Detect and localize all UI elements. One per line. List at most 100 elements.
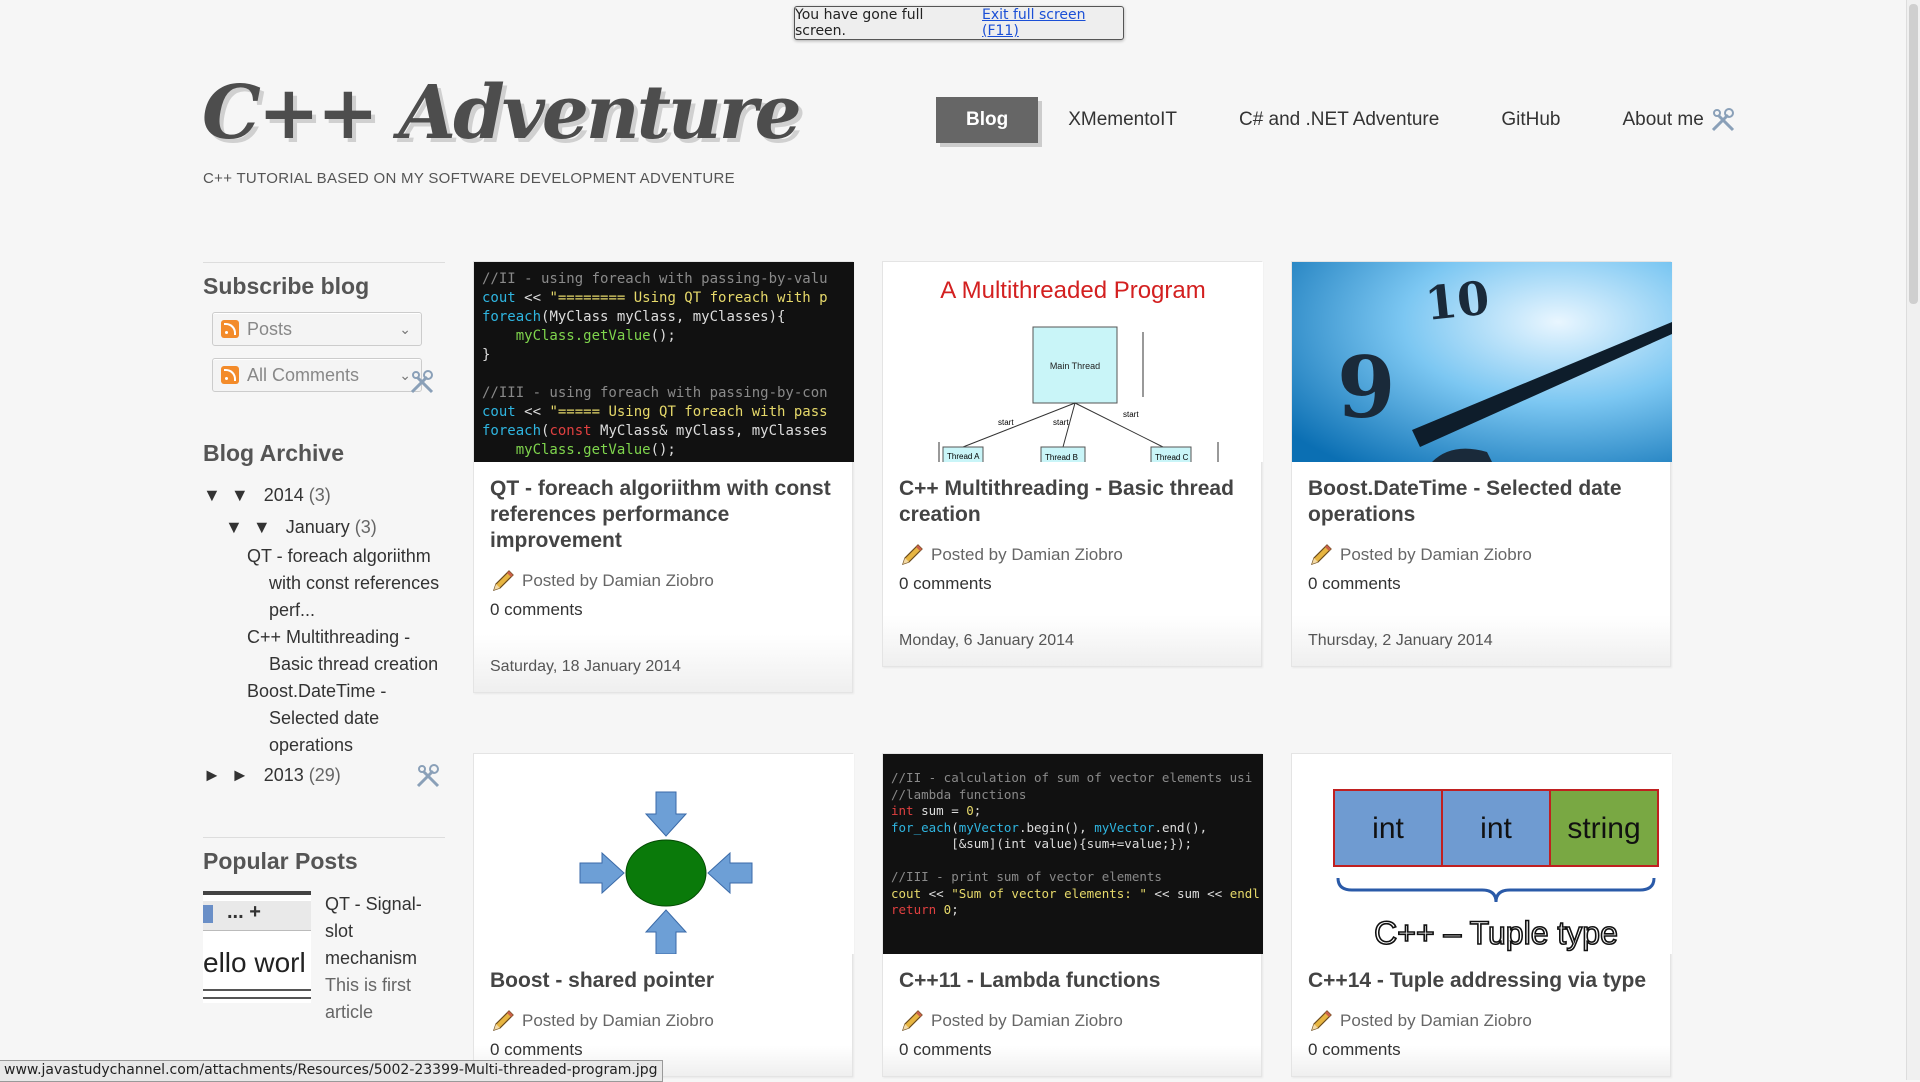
- nav-item-csharp-dotnet[interactable]: C# and .NET Adventure: [1239, 109, 1439, 131]
- subscribe-comments-label: All Comments: [247, 364, 360, 385]
- rss-icon: [221, 320, 239, 338]
- pencil-icon: [902, 544, 923, 565]
- post-author: Posted by Damian Ziobro: [931, 545, 1123, 564]
- edit-tools-icon[interactable]: [407, 367, 437, 397]
- post-comments-link[interactable]: 0 comments: [490, 600, 836, 620]
- post-card-body: QT - foreach algoriithm with const refer…: [474, 462, 852, 692]
- subscribe-posts-button[interactable]: Posts ⌄: [212, 312, 422, 346]
- expand-toggle-icon[interactable]: ►: [231, 765, 249, 785]
- post-card-body: Boost.DateTime - Selected date operation…: [1292, 462, 1670, 666]
- popular-posts-title: Popular Posts: [203, 848, 358, 874]
- archive-year-2014[interactable]: ▼ ▼ 2014 (3): [203, 479, 445, 511]
- collapse-toggle-icon[interactable]: ▼: [253, 517, 271, 537]
- scrollbar-thumb[interactable]: [1909, 4, 1918, 304]
- post-card[interactable]: //II - using foreach with passing-by-val…: [473, 261, 854, 693]
- rss-icon: [221, 366, 239, 384]
- subscribe-comments-button[interactable]: All Comments ⌄: [212, 358, 434, 394]
- nav-item-about-me[interactable]: About me: [1622, 109, 1703, 131]
- svg-text:int: int: [1480, 812, 1512, 845]
- post-card[interactable]: Boost - shared pointer Posted by Damian …: [473, 753, 854, 1077]
- popular-post-text: QT - Signal-slot mechanism This is first…: [325, 891, 445, 1026]
- nav-item-xmementoit[interactable]: XMementoIT: [1068, 109, 1177, 131]
- archive-year-label[interactable]: 2013: [264, 765, 304, 785]
- post-card[interactable]: int int string C++ – Tuple type C++14 - …: [1291, 753, 1672, 1077]
- archive-post-link[interactable]: Boost.DateTime - Selected date operation…: [225, 678, 445, 759]
- svg-text:string: string: [1567, 812, 1640, 845]
- post-author: Posted by Damian Ziobro: [522, 571, 714, 590]
- svg-text:Thread A: Thread A: [947, 452, 980, 461]
- post-thumbnail[interactable]: A Multithreaded Program Main Thread star…: [883, 262, 1263, 462]
- status-bar-url: www.javastudychannel.com/attachments/Res…: [0, 1060, 663, 1082]
- archive-month-count: (3): [354, 517, 377, 537]
- popular-post-thumbnail[interactable]: ... + ello worl: [203, 891, 311, 1003]
- collapse-toggle-icon[interactable]: ▼: [225, 517, 243, 537]
- post-comments-link[interactable]: 0 comments: [899, 574, 1245, 594]
- post-card[interactable]: //II - calculation of sum of vector elem…: [882, 753, 1263, 1077]
- exit-fullscreen-link[interactable]: Exit full screen (F11): [982, 7, 1123, 39]
- multithread-diagram-image: A Multithreaded Program Main Thread star…: [938, 277, 1219, 462]
- pencil-icon: [1311, 1010, 1332, 1031]
- collapse-toggle-icon[interactable]: ▼: [231, 485, 249, 505]
- svg-text:start: start: [998, 418, 1014, 427]
- fullscreen-message: You have gone full screen.: [795, 7, 924, 39]
- post-comments-link[interactable]: 0 comments: [1308, 1040, 1654, 1060]
- sidebar: Subscribe blog Posts ⌄ All Comments ⌄ Bl…: [203, 262, 445, 1026]
- post-meta: Posted by Damian Ziobro: [490, 1008, 836, 1034]
- subscribe-title: Subscribe blog: [203, 273, 370, 299]
- svg-text:C++ – Tuple type: C++ – Tuple type: [1374, 915, 1618, 951]
- post-card-body: C++ Multithreading - Basic thread creati…: [883, 462, 1261, 666]
- archive-post-link[interactable]: QT - foreach algoriithm with const refer…: [225, 543, 445, 624]
- post-date: Monday, 6 January 2014: [899, 632, 1074, 649]
- post-title[interactable]: Boost - shared pointer: [490, 968, 836, 994]
- popular-post-title[interactable]: QT - Signal-slot mechanism: [325, 891, 445, 972]
- post-date: Thursday, 2 January 2014: [1308, 632, 1493, 649]
- post-thumbnail[interactable]: //II - calculation of sum of vector elem…: [883, 754, 1263, 954]
- thumb-text: ello worl: [203, 947, 306, 978]
- post-meta: Posted by Damian Ziobro: [899, 542, 1245, 568]
- svg-text:Main Thread: Main Thread: [1050, 361, 1100, 371]
- collapse-toggle-icon[interactable]: ▼: [203, 485, 221, 505]
- post-title[interactable]: C++11 - Lambda functions: [899, 968, 1245, 994]
- thumb-divider: [203, 989, 311, 999]
- pencil-icon: [493, 570, 514, 591]
- post-card[interactable]: A Multithreaded Program Main Thread star…: [882, 261, 1263, 667]
- post-thumbnail[interactable]: [474, 754, 854, 954]
- post-card-body: Boost - shared pointer Posted by Damian …: [474, 954, 852, 1076]
- code-snippet-image: //II - calculation of sum of vector elem…: [883, 754, 1263, 954]
- popular-post-item[interactable]: ... + ello worl QT - Signal-slot mechani…: [203, 891, 445, 1026]
- archive-year-2013[interactable]: ► ► 2013 (29): [203, 759, 445, 791]
- shared-pointer-image: [579, 791, 753, 954]
- archive-year-count: (3): [308, 485, 331, 505]
- post-title[interactable]: Boost.DateTime - Selected date operation…: [1308, 476, 1654, 528]
- expand-toggle-icon[interactable]: ►: [203, 765, 221, 785]
- post-author: Posted by Damian Ziobro: [931, 1011, 1123, 1030]
- post-thumbnail[interactable]: //II - using foreach with passing-by-val…: [474, 262, 854, 462]
- post-comments-link[interactable]: 0 comments: [1308, 574, 1654, 594]
- svg-text:Thread C: Thread C: [1155, 453, 1189, 462]
- subscribe-posts-label: Posts: [247, 318, 293, 339]
- post-title[interactable]: QT - foreach algoriithm with const refer…: [490, 476, 836, 554]
- svg-text:start: start: [1053, 418, 1069, 427]
- archive-month-label[interactable]: January: [286, 517, 350, 537]
- post-title[interactable]: C++ Multithreading - Basic thread creati…: [899, 476, 1245, 528]
- archive-year-label[interactable]: 2014: [264, 485, 304, 505]
- nav-item-blog[interactable]: Blog: [936, 97, 1039, 143]
- post-author: Posted by Damian Ziobro: [1340, 545, 1532, 564]
- svg-text:A Multithreaded Program: A Multithreaded Program: [940, 277, 1205, 304]
- tuple-type-image: int int string C++ – Tuple type: [1333, 789, 1659, 952]
- site-title[interactable]: C++ Adventure: [202, 76, 802, 150]
- archive-month-january[interactable]: ▼ ▼ January (3): [203, 511, 445, 543]
- vertical-scrollbar[interactable]: [1906, 0, 1920, 1080]
- post-title[interactable]: C++14 - Tuple addressing via type: [1308, 968, 1654, 994]
- nav-item-github[interactable]: GitHub: [1501, 109, 1560, 131]
- pencil-icon: [1311, 544, 1332, 565]
- post-comments-link[interactable]: 0 comments: [490, 1040, 836, 1060]
- svg-text:Thread B: Thread B: [1045, 453, 1078, 462]
- edit-tools-icon[interactable]: [413, 761, 443, 791]
- archive-post-link[interactable]: C++ Multithreading - Basic thread creati…: [225, 624, 445, 678]
- post-thumbnail[interactable]: int int string C++ – Tuple type: [1292, 754, 1672, 954]
- post-thumbnail[interactable]: 10 9: [1292, 262, 1672, 462]
- edit-tools-icon[interactable]: [1708, 105, 1738, 135]
- post-card[interactable]: 10 9 Boost.DateTime - Selected date oper…: [1291, 261, 1672, 667]
- post-comments-link[interactable]: 0 comments: [899, 1040, 1245, 1060]
